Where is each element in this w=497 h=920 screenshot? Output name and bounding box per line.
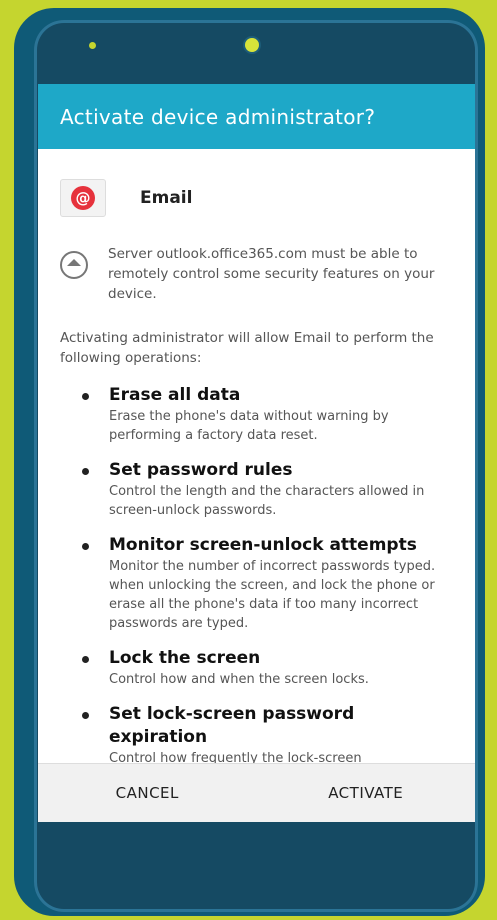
front-camera bbox=[245, 38, 259, 52]
operation-desc: Control the length and the characters al… bbox=[109, 484, 425, 518]
operation-desc: Erase the phone's data without warning b… bbox=[109, 409, 389, 443]
operation-title: Erase all data bbox=[109, 385, 241, 405]
server-message: Server outlook.office365.com must be abl… bbox=[108, 246, 435, 302]
operation-item: Lock the screen Control how and when the… bbox=[82, 647, 453, 689]
at-sign-icon: @ bbox=[71, 186, 95, 210]
sensor-dot bbox=[89, 42, 96, 49]
activate-button[interactable]: ACTIVATE bbox=[257, 784, 476, 802]
operation-item: Monitor screen-unlock attempts Monitor t… bbox=[82, 534, 453, 633]
device-admin-dialog: Activate device administrator? @ Email S… bbox=[38, 84, 475, 822]
dialog-content[interactable]: @ Email Server outlook.office365.com mus… bbox=[38, 179, 475, 768]
app-name: Email bbox=[140, 188, 193, 208]
app-row: @ Email bbox=[60, 179, 453, 217]
operation-item: Set password rules Control the length an… bbox=[82, 459, 453, 520]
server-notice: Server outlook.office365.com must be abl… bbox=[60, 244, 453, 304]
operation-title: Set password rules bbox=[109, 460, 293, 480]
operation-title: Set lock-screen password expiration bbox=[109, 704, 355, 747]
operation-title: Monitor screen-unlock attempts bbox=[109, 535, 417, 555]
dialog-button-bar: CANCEL ACTIVATE bbox=[38, 763, 475, 822]
operation-item: Erase all data Erase the phone's data wi… bbox=[82, 384, 453, 445]
permissions-intro: Activating administrator will allow Emai… bbox=[60, 330, 434, 366]
email-app-icon: @ bbox=[60, 179, 106, 217]
operation-title: Lock the screen bbox=[109, 648, 261, 668]
cancel-button[interactable]: CANCEL bbox=[38, 784, 257, 802]
expand-up-icon[interactable] bbox=[60, 251, 88, 279]
operations-list: Erase all data Erase the phone's data wi… bbox=[60, 384, 453, 768]
operation-item: Set lock-screen password expiration Cont… bbox=[82, 703, 453, 768]
dialog-title: Activate device administrator? bbox=[38, 84, 475, 149]
operation-desc: Control how and when the screen locks. bbox=[109, 672, 369, 687]
operation-desc: Monitor the number of incorrect password… bbox=[109, 559, 436, 631]
